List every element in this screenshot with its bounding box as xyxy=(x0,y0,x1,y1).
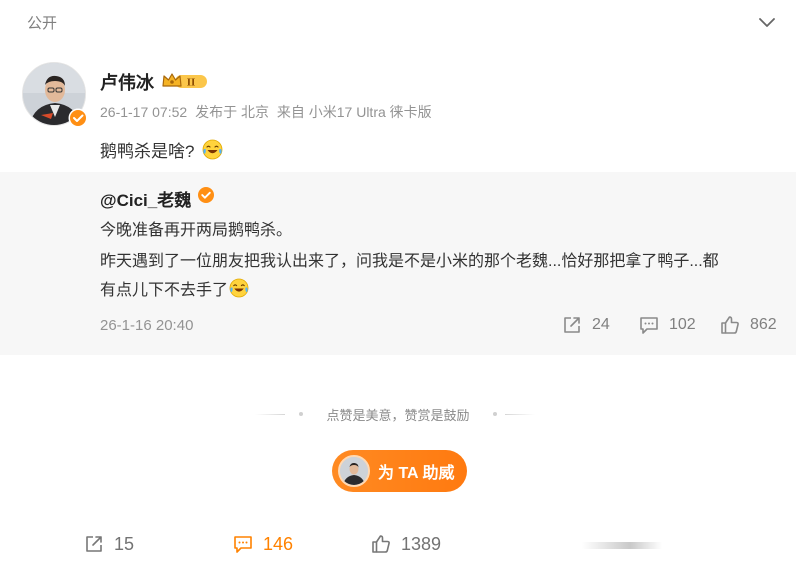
support-button-label: 为 TA 助威 xyxy=(378,465,455,482)
divider-line-right xyxy=(505,414,535,415)
repost-author-name[interactable]: @Cici_老魏 xyxy=(100,186,191,211)
share-count: 15 xyxy=(114,533,135,554)
post-source[interactable]: 来自 小米17 Ultra 徕卡版 xyxy=(277,104,432,120)
chevron-down-icon[interactable] xyxy=(756,11,778,33)
comment-icon xyxy=(640,317,658,334)
comment-icon xyxy=(234,536,252,553)
share-button[interactable]: 15 xyxy=(83,533,134,555)
post-text-content: 鹅鸭杀是啥? xyxy=(100,142,195,161)
divider-dot-right xyxy=(493,412,497,416)
bottom-action-bar: 15 146 1389 xyxy=(0,525,796,565)
repost-text-line-3: 有点儿下不去手了 xyxy=(100,276,249,300)
repost-comment-count: 102 xyxy=(669,316,696,333)
post-meta: 26-1-17 07:52 发布于 北京 来自 小米17 Ultra 徕卡版 xyxy=(100,102,436,122)
visibility-label[interactable]: 公开 xyxy=(27,12,57,33)
repost-text-line-2: 昨天遇到了一位朋友把我认出来了，问我是不是小米的那个老魏...恰好那把拿了鸭子.… xyxy=(100,253,719,270)
share-icon xyxy=(564,317,580,333)
thumbs-up-icon xyxy=(721,316,739,334)
post-location: 发布于 北京 xyxy=(195,104,269,120)
author-avatar[interactable] xyxy=(22,62,88,128)
repost-share-count: 24 xyxy=(592,316,610,333)
reward-hint-text: 点赞是美意，赞赏是鼓励 xyxy=(326,408,470,423)
laugh-cry-emoji-icon xyxy=(229,278,249,298)
bottom-fade-decoration xyxy=(582,542,662,549)
repost-text-line-3-content: 有点儿下不去手了 xyxy=(100,282,229,299)
like-button[interactable]: 1389 xyxy=(370,533,441,555)
share-icon xyxy=(86,536,102,552)
author-name[interactable]: 卢伟冰 xyxy=(100,69,154,95)
avatar xyxy=(338,455,370,487)
repost-text-line-1: 今晚准备再开两局鹅鸭杀。 xyxy=(100,222,293,239)
repost-comment-button[interactable]: 102 xyxy=(638,314,696,336)
repost-time[interactable]: 26-1-16 20:40 xyxy=(100,317,193,334)
laugh-cry-emoji-icon xyxy=(203,139,223,160)
vip-level-text: II xyxy=(187,77,196,89)
support-button[interactable]: 为 TA 助威 xyxy=(332,450,467,492)
verified-badge-icon xyxy=(198,187,214,203)
repost-like-count: 862 xyxy=(750,316,777,333)
post-topbar: 公开 xyxy=(0,0,796,44)
repost-like-button[interactable]: 862 xyxy=(719,314,777,336)
like-count: 1389 xyxy=(401,533,442,554)
repost-card[interactable]: @Cici_老魏 今晚准备再开两局鹅鸭杀。 昨天遇到了一位朋友把我认出来了，问我… xyxy=(0,172,796,355)
comment-count: 146 xyxy=(263,533,294,554)
comment-button[interactable]: 146 xyxy=(232,533,293,555)
thumbs-up-icon xyxy=(372,535,390,553)
post-text: 鹅鸭杀是啥? xyxy=(100,137,223,162)
post-time[interactable]: 26-1-17 07:52 xyxy=(100,104,187,120)
verified-badge-icon xyxy=(68,108,88,128)
vip-crown-badge-icon[interactable]: II xyxy=(161,70,209,92)
repost-share-button[interactable]: 24 xyxy=(561,314,610,336)
